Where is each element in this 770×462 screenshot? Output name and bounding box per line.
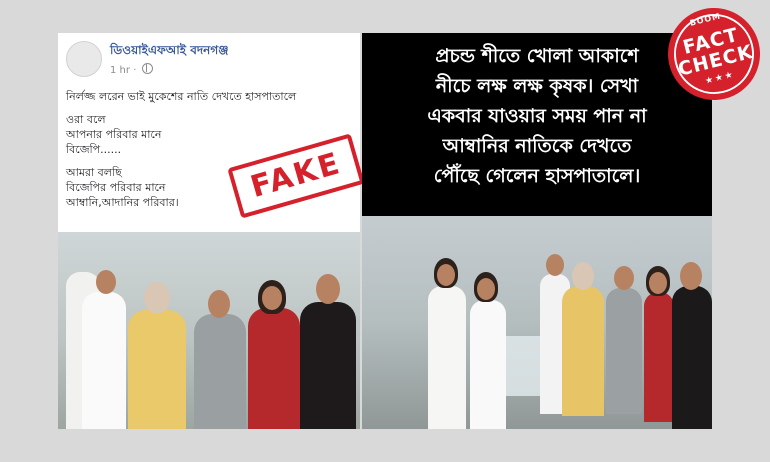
claim-text: প্রচন্ড শীতে খোলা আকাশে নীচে লক্ষ লক্ষ ক… xyxy=(362,41,712,191)
person-head xyxy=(316,274,340,304)
facebook-post: ডিওয়াইএফআই বদনগঞ্জ 1 hr · নির্লজ্জ লরেন… xyxy=(58,33,360,429)
claim-line: পৌঁছে গেলেন হাসপাতালে। xyxy=(433,165,641,187)
person-head xyxy=(546,254,564,276)
claim-photo[interactable] xyxy=(362,216,712,429)
person-head xyxy=(649,272,667,294)
person-head xyxy=(477,278,495,300)
group-name-link[interactable]: ডিওয়াইএফআই বদনগঞ্জ xyxy=(110,42,228,62)
person-figure xyxy=(300,302,356,429)
person-figure xyxy=(82,292,126,429)
person-figure xyxy=(248,308,300,429)
person-figure xyxy=(194,314,246,429)
post-time-text: 1 hr xyxy=(110,65,130,76)
person-head xyxy=(680,262,702,290)
person-head xyxy=(208,290,230,318)
globe-icon xyxy=(141,63,153,74)
claim-line: নীচে লক্ষ লক্ষ কৃষক। সেখা xyxy=(435,75,639,97)
post-line: ওরা বলে xyxy=(66,113,106,126)
person-figure xyxy=(644,292,674,422)
claim-line: প্রচন্ড শীতে খোলা আকাশে xyxy=(435,45,639,67)
person-head xyxy=(437,264,455,286)
person-figure xyxy=(562,286,604,416)
person-figure xyxy=(470,300,506,429)
post-line: আপনার পরিবার মানে xyxy=(66,128,162,141)
person-head xyxy=(96,270,116,294)
post-line: নির্লজ্জ লরেন ভাই মুকেশের নাতি দেখতে হাস… xyxy=(66,90,297,103)
person-head xyxy=(144,282,170,314)
post-header: ডিওয়াইএফআই বদনগঞ্জ 1 hr · xyxy=(58,33,360,81)
person-head xyxy=(614,266,634,290)
person-figure xyxy=(606,288,642,414)
claim-card: প্রচন্ড শীতে খোলা আকাশে নীচে লক্ষ লক্ষ ক… xyxy=(362,33,712,429)
person-figure xyxy=(428,286,466,429)
post-photo[interactable] xyxy=(58,232,360,429)
post-timestamp[interactable]: 1 hr · xyxy=(110,63,153,76)
person-head xyxy=(572,262,594,290)
claim-line: আম্বানির নাতিকে দেখতে xyxy=(442,135,632,157)
person-figure xyxy=(672,286,712,429)
group-avatar[interactable] xyxy=(66,41,102,77)
person-head xyxy=(262,286,282,310)
claim-line: একবার যাওয়ার সময় পান না xyxy=(427,105,647,127)
person-figure xyxy=(128,310,186,429)
